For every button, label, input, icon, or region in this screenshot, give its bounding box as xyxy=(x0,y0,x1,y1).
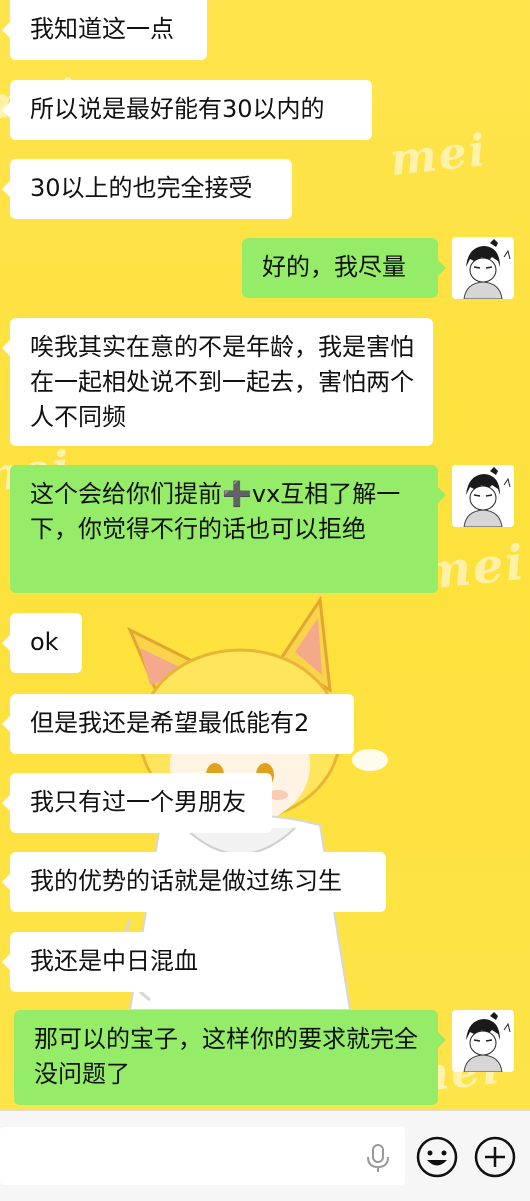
plus-icon xyxy=(474,1136,516,1178)
message-bubble-incoming[interactable]: 30以上的也完全接受 xyxy=(2,159,292,219)
message-text: 唉我其实在意的不是年龄，我是害怕在一起相处说不到一起去，害怕两个人不同频 xyxy=(30,333,414,431)
message-text: 30以上的也完全接受 xyxy=(30,174,253,202)
message-text: 我知道这一点 xyxy=(30,15,174,43)
message-bubble-incoming[interactable]: 我还是中日混血 xyxy=(2,932,222,992)
my-avatar[interactable] xyxy=(452,465,514,527)
avatar-sketch-icon xyxy=(452,1010,514,1072)
avatar-sketch-icon xyxy=(452,465,514,527)
message-bubble-incoming[interactable]: 唉我其实在意的不是年龄，我是害怕在一起相处说不到一起去，害怕两个人不同频 xyxy=(2,318,433,446)
message-bubble-incoming[interactable]: 所以说是最好能有30以内的 xyxy=(2,80,372,140)
avatar-sketch-icon xyxy=(452,237,514,299)
message-text: 所以说是最好能有30以内的 xyxy=(30,95,325,123)
message-bubble-outgoing[interactable]: 那可以的宝子，这样你的要求就完全没问题了 xyxy=(14,1010,446,1105)
my-avatar[interactable] xyxy=(452,237,514,299)
message-bubble-incoming[interactable]: 我只有过一个男朋友 xyxy=(2,773,272,833)
more-button[interactable] xyxy=(472,1134,518,1180)
my-avatar[interactable] xyxy=(452,1010,514,1072)
message-text: 我只有过一个男朋友 xyxy=(30,788,246,816)
message-list[interactable]: 我知道这一点 所以说是最好能有30以内的 30以上的也完全接受 好的，我尽量 唉… xyxy=(0,0,530,1110)
message-text: 但是我还是希望最低能有2 xyxy=(30,709,310,737)
message-text: 这个会给你们提前➕vx互相了解一下，你觉得不行的话也可以拒绝 xyxy=(30,480,401,543)
input-bar xyxy=(0,1110,530,1201)
message-bubble-outgoing[interactable]: 这个会给你们提前➕vx互相了解一下，你觉得不行的话也可以拒绝 xyxy=(10,465,446,593)
message-bubble-incoming[interactable]: 我知道这一点 xyxy=(2,0,207,60)
message-bubble-incoming[interactable]: 但是我还是希望最低能有2 xyxy=(2,694,354,754)
message-text: ok xyxy=(30,628,59,656)
message-bubble-incoming[interactable]: 我的优势的话就是做过练习生 xyxy=(2,852,386,912)
microphone-icon xyxy=(367,1144,389,1172)
message-bubble-incoming[interactable]: ok xyxy=(2,613,82,673)
message-input[interactable] xyxy=(0,1127,405,1185)
message-text: 好的，我尽量 xyxy=(262,253,406,281)
voice-button[interactable] xyxy=(360,1140,396,1176)
message-text: 我还是中日混血 xyxy=(30,947,198,975)
emoji-button[interactable] xyxy=(414,1134,460,1180)
message-text: 那可以的宝子，这样你的要求就完全没问题了 xyxy=(34,1025,418,1088)
message-bubble-outgoing[interactable]: 好的，我尽量 xyxy=(242,238,446,298)
message-text: 我的优势的话就是做过练习生 xyxy=(30,867,342,895)
emoji-icon xyxy=(416,1136,458,1178)
